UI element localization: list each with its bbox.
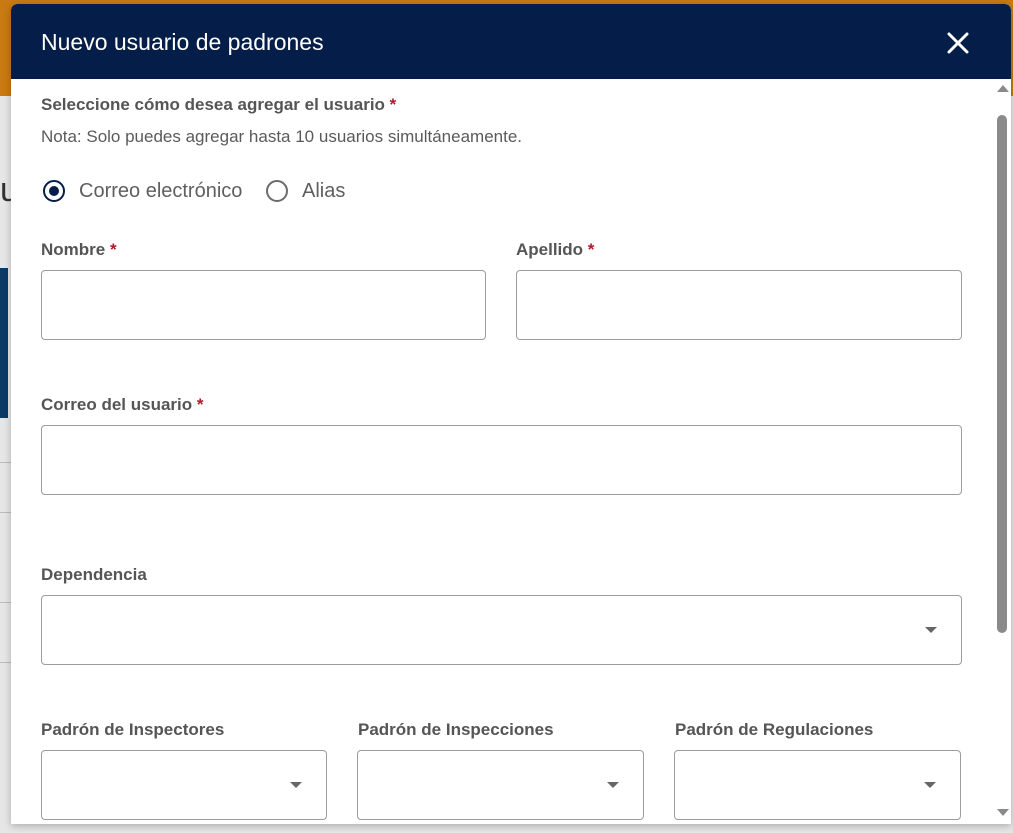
close-button[interactable] — [941, 26, 975, 60]
new-user-dialog: Nuevo usuario de padrones Seleccione cóm… — [11, 4, 1011, 824]
scrollbar-thumb[interactable] — [997, 115, 1007, 633]
dialog-content: Seleccione cómo desea agregar el usuario… — [11, 79, 993, 824]
correo-input[interactable] — [42, 426, 961, 494]
padron-inspectores-label: Padrón de Inspectores — [41, 720, 225, 739]
dependencia-label: Dependencia — [41, 565, 147, 584]
chevron-down-icon — [924, 782, 936, 788]
chevron-down-icon — [925, 627, 937, 633]
add-method-label: Seleccione cómo desea agregar el usuario… — [41, 95, 397, 114]
padron-inspecciones-label: Padrón de Inspecciones — [358, 720, 554, 739]
apellido-label: Apellido * — [516, 240, 595, 259]
scroll-down-arrow-icon[interactable] — [997, 809, 1009, 816]
dialog-header: Nuevo usuario de padrones — [11, 4, 1011, 79]
nombre-field-box — [41, 270, 486, 340]
apellido-field-box — [516, 270, 962, 340]
padron-inspecciones-select[interactable] — [357, 750, 644, 820]
close-icon — [947, 32, 969, 54]
radio-email-label: Correo electrónico — [79, 180, 243, 202]
chevron-down-icon — [607, 782, 619, 788]
radio-alias-label: Alias — [302, 180, 346, 202]
required-mark: * — [389, 95, 397, 114]
padron-regulaciones-label: Padrón de Regulaciones — [675, 720, 874, 739]
vertical-scrollbar[interactable] — [993, 79, 1011, 824]
radio-alias[interactable]: Alias — [266, 179, 345, 203]
scroll-up-arrow-icon[interactable] — [997, 85, 1009, 92]
correo-label: Correo del usuario * — [41, 395, 204, 414]
nombre-input[interactable] — [42, 271, 485, 339]
dependencia-select[interactable] — [41, 595, 962, 665]
required-mark: * — [196, 395, 204, 414]
padron-inspectores-select[interactable] — [41, 750, 327, 820]
chevron-down-icon — [290, 782, 302, 788]
radio-unchecked-icon — [266, 180, 288, 202]
correo-field-box — [41, 425, 962, 495]
radio-checked-icon — [43, 180, 65, 202]
dialog-title: Nuevo usuario de padrones — [41, 29, 324, 55]
add-method-note: Nota: Solo puedes agregar hasta 10 usuar… — [41, 127, 523, 146]
apellido-input[interactable] — [517, 271, 961, 339]
radio-email[interactable]: Correo electrónico — [43, 179, 242, 203]
required-mark: * — [109, 240, 117, 259]
padron-regulaciones-select[interactable] — [674, 750, 961, 820]
required-mark: * — [587, 240, 595, 259]
nombre-label: Nombre * — [41, 240, 117, 259]
backdrop-side-panel — [0, 268, 8, 418]
